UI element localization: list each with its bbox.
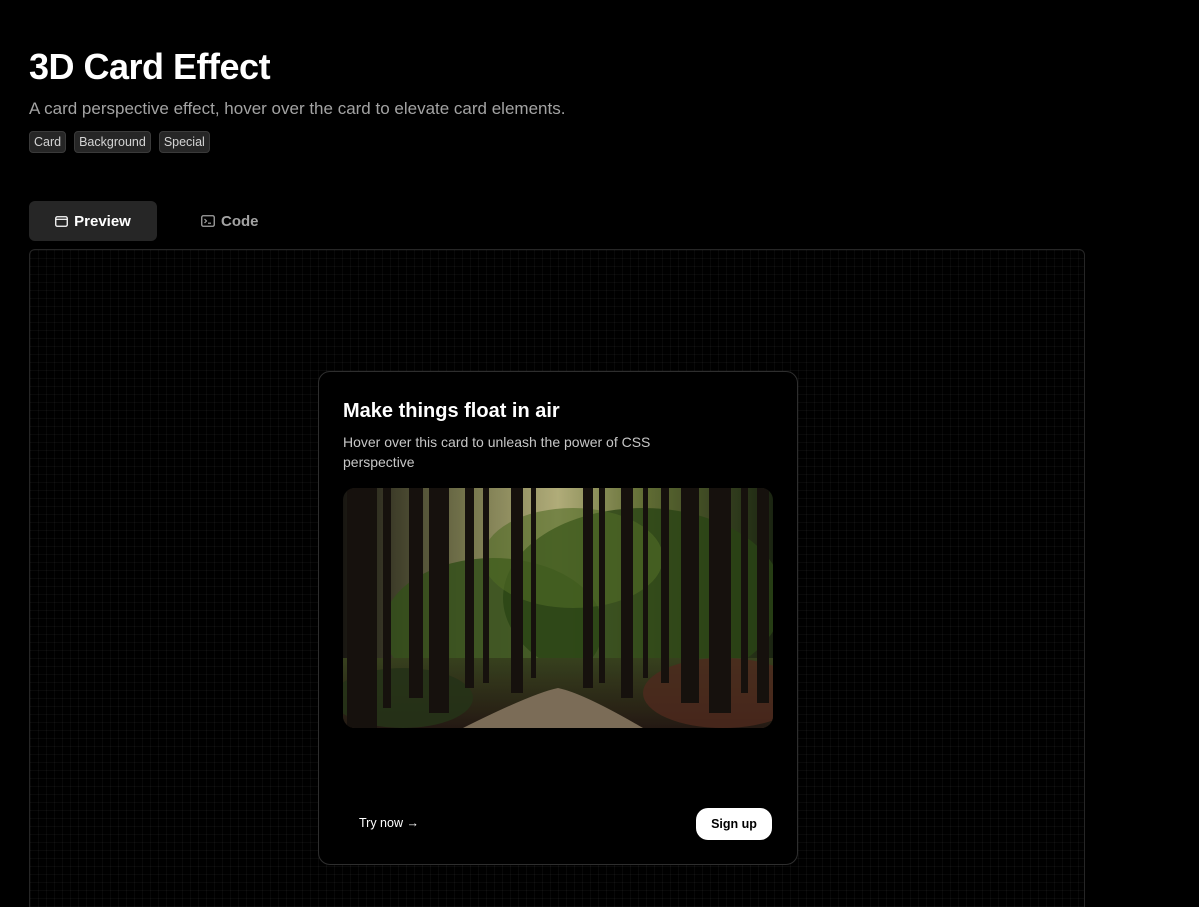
card-description: Hover over this card to unleash the powe… <box>343 434 651 470</box>
tag-card: Card <box>29 131 67 153</box>
tab-code[interactable]: Code <box>201 201 259 241</box>
page: 3D Card Effect A card perspective effect… <box>0 0 1199 907</box>
window-icon <box>55 215 69 227</box>
forest-image <box>343 488 773 728</box>
3d-card[interactable]: Make things float in air Hover over this… <box>318 371 798 865</box>
tab-bar: Preview Code <box>29 201 259 241</box>
tab-preview[interactable]: Preview <box>29 201 157 241</box>
tag-list: Card Background Special <box>29 131 210 153</box>
tab-code-label: Code <box>221 212 259 230</box>
page-subtitle: A card perspective effect, hover over th… <box>29 99 566 118</box>
signup-button[interactable]: Sign up <box>696 808 772 840</box>
card-image <box>343 488 773 728</box>
preview-panel: Make things float in air Hover over this… <box>29 249 1085 907</box>
tag-special: Special <box>158 131 210 153</box>
terminal-icon <box>201 215 215 227</box>
tag-background: Background <box>74 131 151 153</box>
page-title: 3D Card Effect <box>29 46 271 87</box>
tab-preview-label: Preview <box>74 212 131 230</box>
card-title: Make things float in air <box>343 400 560 422</box>
try-now-link[interactable]: Try now → <box>359 815 419 831</box>
